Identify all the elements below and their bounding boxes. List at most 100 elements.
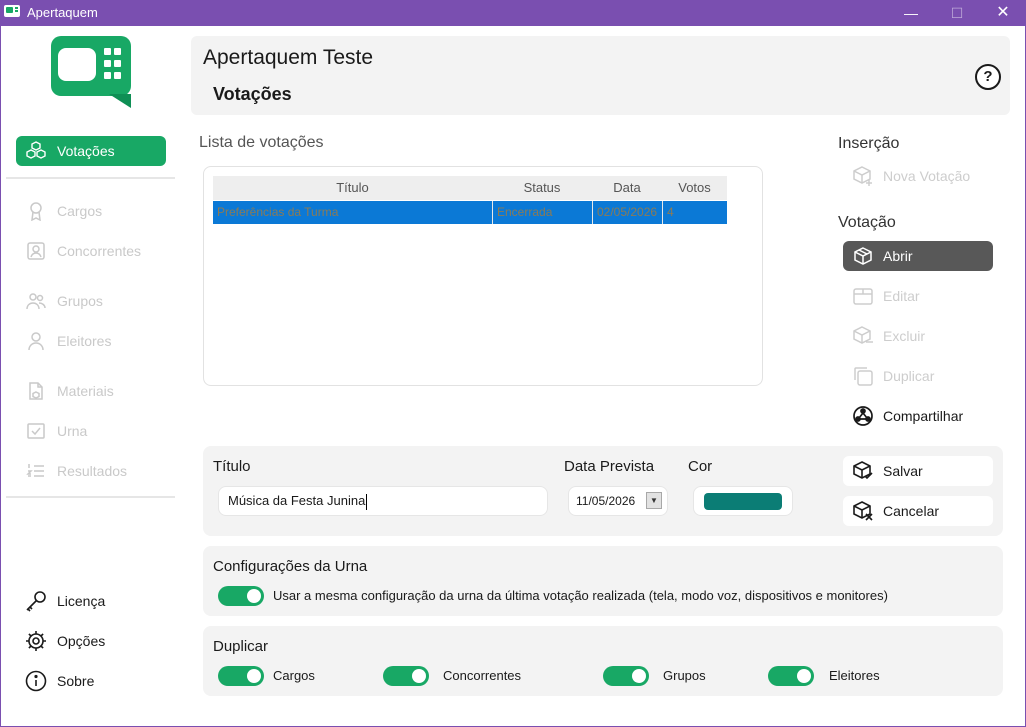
sidebar-divider	[6, 496, 175, 498]
box-open-icon	[852, 245, 874, 267]
sidebar-item-label: Opções	[57, 633, 106, 649]
titulo-input[interactable]: Música da Festa Junina	[218, 486, 548, 516]
sidebar-item-sobre[interactable]: Sobre	[16, 666, 166, 696]
sidebar-item-urna[interactable]: Urna	[16, 416, 166, 446]
urna-config-toggle-label: Usar a mesma configuração da urna da últ…	[273, 588, 888, 603]
sidebar-item-label: Cargos	[57, 203, 103, 219]
app-logo	[51, 36, 131, 108]
sidebar-item-licenca[interactable]: Licença	[16, 586, 166, 616]
sidebar-item-concorrentes[interactable]: Concorrentes	[16, 236, 166, 266]
cor-label: Cor	[688, 458, 713, 475]
box-save-icon	[852, 460, 874, 482]
list-title: Lista de votações	[199, 134, 324, 151]
votacoes-list[interactable]: Título Status Data Votos Preferências da…	[203, 166, 763, 386]
data-prevista-picker[interactable]: 11/05/2026 ▼	[568, 486, 668, 516]
box-edit-icon	[852, 285, 874, 307]
close-button[interactable]: ✕	[980, 0, 1026, 26]
button-label: Nova Votação	[883, 168, 971, 184]
duplicar-panel	[203, 626, 1003, 696]
column-header-votos[interactable]: Votos	[662, 176, 727, 200]
contact-card-icon	[25, 240, 47, 262]
list-numbered-icon	[25, 460, 47, 482]
excluir-button[interactable]: Excluir	[843, 321, 993, 351]
chevron-down-icon[interactable]: ▼	[646, 492, 662, 509]
sidebar-item-materiais[interactable]: Materiais	[16, 376, 166, 406]
data-prevista-value: 11/05/2026	[576, 494, 636, 508]
button-label: Abrir	[883, 248, 913, 264]
table-row[interactable]: Preferências da Turma Encerrada 02/05/20…	[213, 201, 727, 224]
insercao-label: Inserção	[838, 135, 900, 152]
sidebar-item-votacoes[interactable]: Votações	[16, 136, 166, 166]
group-icon	[25, 290, 47, 312]
duplicar-cargos-label: Cargos	[273, 668, 315, 683]
info-icon	[25, 670, 47, 692]
copy-icon	[852, 365, 874, 387]
person-icon	[25, 330, 47, 352]
sidebar-item-label: Grupos	[57, 293, 103, 309]
box-cancel-icon	[852, 500, 874, 522]
compartilhar-button[interactable]: Compartilhar	[843, 401, 993, 431]
duplicar-eleitores-toggle[interactable]	[768, 666, 814, 686]
column-header-data[interactable]: Data	[592, 176, 662, 200]
share-network-icon	[852, 405, 874, 427]
color-swatch	[704, 493, 782, 510]
duplicar-grupos-label: Grupos	[663, 668, 706, 683]
sidebar-item-label: Sobre	[57, 673, 95, 689]
duplicar-concorrentes-label: Concorrentes	[443, 668, 522, 683]
titulo-value: Música da Festa Junina	[228, 493, 366, 508]
minimize-button[interactable]: —	[888, 0, 934, 26]
text-caret	[366, 493, 368, 510]
titulo-label: Título	[213, 458, 251, 475]
urna-config-toggle[interactable]	[218, 586, 264, 606]
sidebar-item-cargos[interactable]: Cargos	[16, 196, 166, 226]
duplicar-grupos-toggle[interactable]	[603, 666, 649, 686]
sidebar-item-label: Resultados	[57, 463, 128, 479]
gear-icon	[25, 630, 47, 652]
sidebar-item-opcoes[interactable]: Opções	[16, 626, 166, 656]
app-title: Apertaquem Teste	[203, 46, 374, 69]
duplicar-eleitores-label: Eleitores	[829, 668, 880, 683]
key-icon	[25, 590, 47, 612]
cubes-icon	[25, 140, 47, 162]
sidebar-item-grupos[interactable]: Grupos	[16, 286, 166, 316]
sidebar-item-label: Licença	[57, 593, 106, 609]
title-bar: Apertaquem — ☐ ✕	[0, 0, 1026, 26]
sidebar-divider	[6, 177, 175, 179]
sidebar-item-label: Votações	[57, 143, 115, 159]
nova-votacao-button[interactable]: Nova Votação	[843, 161, 993, 191]
urna-config-panel	[203, 546, 1003, 616]
sidebar-item-label: Materiais	[57, 383, 114, 399]
table-header: Título Status Data Votos	[213, 176, 727, 200]
sidebar-item-label: Urna	[57, 423, 88, 439]
column-header-status[interactable]: Status	[492, 176, 592, 200]
box-add-icon	[852, 165, 874, 187]
button-label: Editar	[883, 288, 920, 304]
page-title: Votações	[213, 84, 292, 104]
button-label: Cancelar	[883, 503, 940, 519]
page-header: Apertaquem Teste Votações ?	[191, 36, 1010, 115]
award-icon	[25, 200, 47, 222]
duplicar-concorrentes-toggle[interactable]	[383, 666, 429, 686]
duplicar-button[interactable]: Duplicar	[843, 361, 993, 391]
cancelar-button[interactable]: Cancelar	[843, 496, 993, 526]
duplicar-cargos-toggle[interactable]	[218, 666, 264, 686]
column-header-titulo[interactable]: Título	[213, 176, 492, 200]
votacao-label: Votação	[838, 214, 896, 231]
cell-data: 02/05/2026	[593, 201, 663, 224]
button-label: Duplicar	[883, 368, 935, 384]
urna-config-title: Configurações da Urna	[213, 558, 368, 575]
window-title: Apertaquem	[27, 5, 98, 20]
editar-button[interactable]: Editar	[843, 281, 993, 311]
sidebar-item-resultados[interactable]: Resultados	[16, 456, 166, 486]
abrir-button[interactable]: Abrir	[843, 241, 993, 271]
document-box-icon	[25, 380, 47, 402]
sidebar-item-eleitores[interactable]: Eleitores	[16, 326, 166, 356]
data-prevista-label: Data Prevista	[564, 458, 655, 475]
maximize-button[interactable]: ☐	[934, 0, 980, 26]
salvar-button[interactable]: Salvar	[843, 456, 993, 486]
help-button[interactable]: ?	[975, 64, 1001, 90]
cor-picker[interactable]	[693, 486, 793, 516]
button-label: Salvar	[883, 463, 923, 479]
cell-titulo: Preferências da Turma	[213, 201, 493, 224]
sidebar-item-label: Eleitores	[57, 333, 112, 349]
